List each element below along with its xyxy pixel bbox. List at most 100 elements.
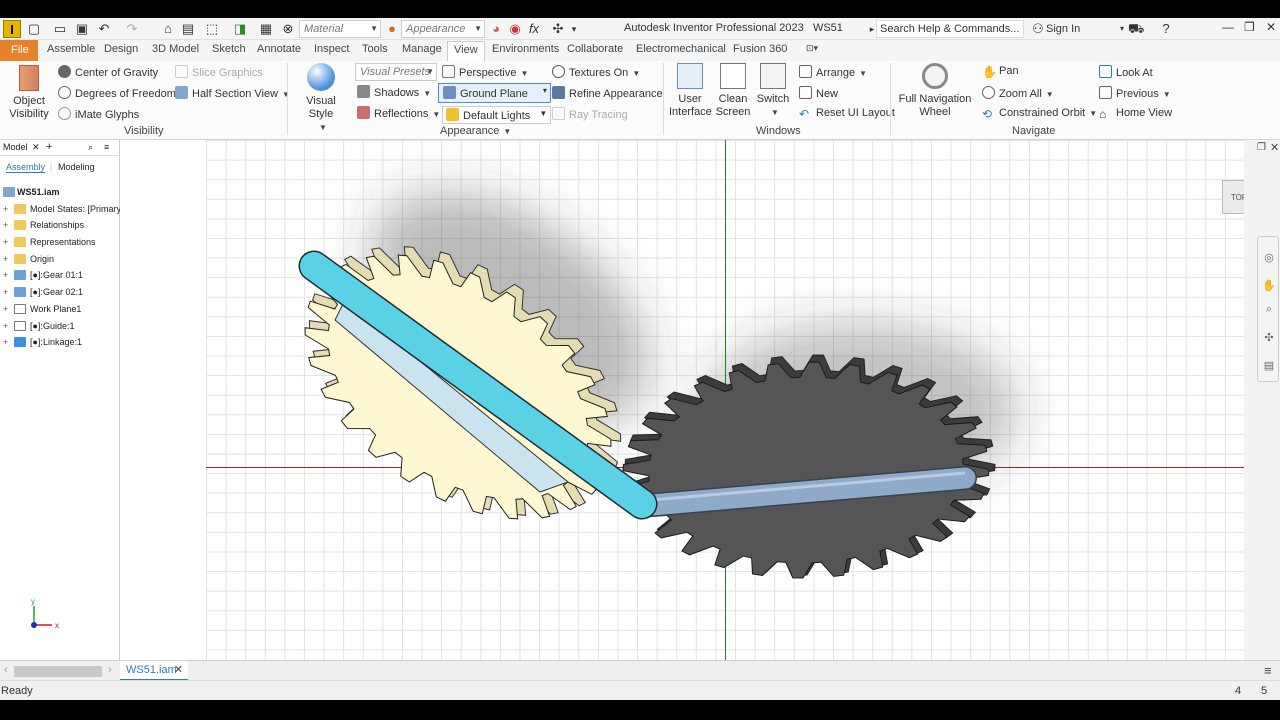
browser-add-icon[interactable]: + <box>46 140 52 155</box>
tab-assemble[interactable]: Assemble <box>47 43 95 55</box>
select-icon[interactable]: ⬚ <box>204 21 220 37</box>
open-icon[interactable]: ▭ <box>52 21 68 37</box>
cart-icon[interactable]: ⛟ <box>1128 21 1144 37</box>
tab-annotate[interactable]: Annotate <box>257 43 301 55</box>
half-section-view-button[interactable]: Half Section View ▼ <box>175 86 290 100</box>
full-navigation-wheel-button[interactable]: Full Navigation Wheel <box>896 63 974 119</box>
viewport-close-icon[interactable]: ✕ <box>1270 141 1279 154</box>
switch-button[interactable]: Switch ▼ <box>754 63 792 119</box>
update-icon[interactable]: ◨ <box>232 21 248 37</box>
tree-node-origin[interactable]: + Origin <box>0 251 120 268</box>
zoom-all-button[interactable]: Zoom All ▼ <box>982 86 1054 100</box>
view-cube[interactable]: TOP <box>1222 180 1244 214</box>
new-window-button[interactable]: New <box>799 86 838 100</box>
viewport-restore-icon[interactable]: ❐ <box>1257 142 1266 153</box>
tab-sketch[interactable]: Sketch <box>212 43 246 55</box>
constrained-orbit-button[interactable]: ⟲ Constrained Orbit ▼ <box>982 107 1097 121</box>
search-input[interactable]: Search Help & Commands... <box>876 20 1024 38</box>
visual-style-button[interactable]: Visual Style ▼ <box>293 63 349 134</box>
minimize-button[interactable]: — <box>1222 20 1234 34</box>
help-icon[interactable]: ? <box>1158 21 1174 37</box>
shadows-button[interactable]: Shadows ▼ <box>357 85 431 99</box>
browser-menu-icon[interactable]: ≡ <box>104 140 109 155</box>
user-interface-button[interactable]: User Interface <box>669 63 712 119</box>
pan-icon[interactable]: ✋ <box>1262 279 1276 293</box>
customize-icon[interactable]: ▾ <box>566 21 582 37</box>
close-button[interactable]: ✕ <box>1266 20 1276 34</box>
sign-in-button[interactable]: Sign In <box>1046 21 1116 37</box>
tab-scroll-right-icon[interactable]: › <box>108 664 112 676</box>
tree-node-work-plane[interactable]: + Work Plane1 <box>0 301 120 318</box>
reset-ui-layout-button[interactable]: ↶ Reset UI Layout <box>799 107 895 121</box>
degrees-of-freedom-button[interactable]: Degrees of Freedom <box>58 86 176 100</box>
new-icon[interactable]: ▢ <box>26 21 42 37</box>
browser-close-icon[interactable]: ✕ <box>32 140 40 155</box>
app-logo[interactable]: I <box>3 20 21 38</box>
tab-3d-model[interactable]: 3D Model <box>152 43 199 55</box>
refine-appearance-button[interactable]: Refine Appearance <box>552 86 663 100</box>
textures-on-button[interactable]: Textures On ▼ <box>552 65 640 79</box>
material-dropdown[interactable]: Material ▼ <box>299 20 381 38</box>
slice-graphics-button[interactable]: Slice Graphics <box>175 65 263 79</box>
measure-icon[interactable]: ▦ <box>258 21 274 37</box>
perspective-button[interactable]: Perspective ▼ <box>442 65 528 79</box>
pan-button[interactable]: ✋ Pan <box>982 65 1019 79</box>
ribbon-toggle-icon[interactable]: ⊡▾ <box>806 43 818 54</box>
tab-collaborate[interactable]: Collaborate <box>567 43 623 55</box>
tab-assembly[interactable]: Assembly <box>6 162 46 173</box>
tree-node-relationships[interactable]: + Relationships <box>0 217 120 234</box>
document-tab-ws51[interactable]: WS51.iam ✕ <box>120 661 188 681</box>
adjust-icon[interactable]: ◕ <box>488 21 504 37</box>
orbit-icon[interactable]: ✣ <box>1262 331 1276 345</box>
tree-node-guide[interactable]: + [●]:Guide:1 <box>0 318 120 335</box>
appearance-dropdown[interactable]: Appearance ▼ <box>401 20 485 38</box>
clear-appearance-icon[interactable]: ◉ <box>507 21 523 37</box>
steering-wheel-icon[interactable]: ◎ <box>1262 251 1276 265</box>
reflections-button[interactable]: Reflections ▼ <box>357 106 440 120</box>
tab-scroll-left-icon[interactable]: ‹ <box>4 664 8 676</box>
tab-tools[interactable]: Tools <box>362 43 388 55</box>
look-at-button[interactable]: Look At <box>1099 65 1153 79</box>
default-lights-dropdown[interactable]: Default Lights ▼ <box>442 106 552 124</box>
tab-menu-icon[interactable]: ≡ <box>1264 663 1272 678</box>
tab-manage[interactable]: Manage <box>402 43 442 55</box>
visual-presets-dropdown[interactable]: Visual Presets ▼ <box>355 63 437 81</box>
look-at-icon[interactable]: ▤ <box>1262 359 1276 373</box>
browser-search-icon[interactable]: ⌕ <box>88 140 93 155</box>
tab-design[interactable]: Design <box>104 43 138 55</box>
tree-node-gear-02[interactable]: + [●]:Gear 02:1 <box>0 284 120 301</box>
graphics-viewport[interactable]: TOP <box>120 140 1244 660</box>
tree-root[interactable]: WS51.iam <box>0 184 120 201</box>
tab-environments[interactable]: Environments <box>492 43 559 55</box>
tab-fusion-360[interactable]: Fusion 360 <box>733 43 787 55</box>
tree-node-linkage[interactable]: + [●]:Linkage:1 <box>0 334 120 351</box>
restore-button[interactable]: ❐ <box>1244 20 1255 34</box>
center-of-gravity-button[interactable]: Center of Gravity <box>58 65 158 79</box>
ground-plane-button[interactable]: Ground Plane ▾ <box>438 83 551 103</box>
redo-icon[interactable]: ↷ <box>124 21 140 37</box>
ray-tracing-button[interactable]: Ray Tracing <box>552 107 628 121</box>
imate-glyphs-button[interactable]: iMate Glyphs <box>58 107 139 121</box>
zoom-icon[interactable]: ⌕ <box>1262 303 1276 317</box>
tab-view[interactable]: View <box>447 41 485 61</box>
undo-icon[interactable]: ↶ <box>96 21 112 37</box>
clean-screen-button[interactable]: Clean Screen <box>713 63 753 119</box>
tree-node-model-states[interactable]: + Model States: [Primary] <box>0 201 120 218</box>
tab-scrollbar[interactable] <box>14 666 102 677</box>
arrange-button[interactable]: Arrange ▼ <box>799 65 867 79</box>
tab-electromechanical[interactable]: Electromechanical <box>636 43 726 55</box>
pin-icon[interactable]: ✣ <box>550 21 566 37</box>
tab-inspect[interactable]: Inspect <box>314 43 349 55</box>
object-visibility-button[interactable]: Object Visibility <box>8 65 50 121</box>
home-icon[interactable]: ⌂ <box>160 21 176 37</box>
properties-icon[interactable]: ▤ <box>180 21 196 37</box>
tree-node-representations[interactable]: + Representations <box>0 234 120 251</box>
tab-modeling[interactable]: Modeling <box>58 162 95 172</box>
tree-node-gear-01[interactable]: + [●]:Gear 01:1 <box>0 267 120 284</box>
home-view-button[interactable]: ⌂ Home View <box>1099 107 1172 121</box>
save-icon[interactable]: ▣ <box>74 21 90 37</box>
tab-file[interactable]: File <box>0 40 38 61</box>
previous-button[interactable]: Previous ▼ <box>1099 86 1171 100</box>
fx-icon[interactable]: fx <box>526 21 542 37</box>
clear-override-icon[interactable]: ⊗ <box>280 21 296 37</box>
